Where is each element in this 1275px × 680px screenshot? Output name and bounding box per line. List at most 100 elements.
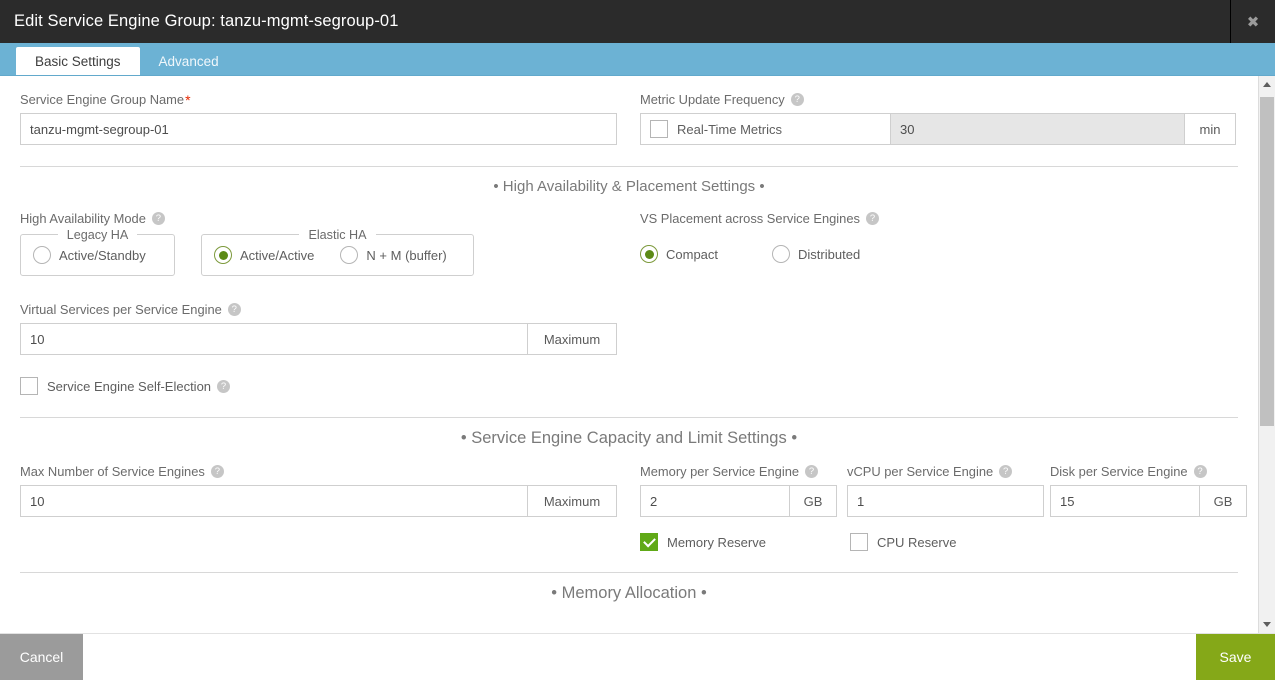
save-button[interactable]: Save — [1196, 634, 1275, 680]
radio-compact-label: Compact — [666, 246, 719, 262]
radio-distributed-label: Distributed — [798, 246, 861, 262]
virtual-services-per-se-input[interactable]: 10 — [20, 323, 527, 355]
row-name-and-metrics: Service Engine Group Name * tanzu-mgmt-s… — [20, 76, 1238, 145]
scrollbar-track[interactable] — [1258, 93, 1275, 616]
memory-per-se-input[interactable]: 2 — [640, 485, 789, 517]
tab-basic-settings[interactable]: Basic Settings — [16, 47, 140, 75]
vs-placement-label-text: VS Placement across Service Engines — [640, 211, 860, 226]
se-group-name-input[interactable]: tanzu-mgmt-segroup-01 — [20, 113, 617, 145]
tab-advanced[interactable]: Advanced — [140, 47, 238, 75]
radio-distributed[interactable]: Distributed — [772, 245, 860, 263]
section-memory-allocation-text: • Memory Allocation • — [551, 584, 707, 602]
realtime-metrics-checkbox-cell[interactable]: Real-Time Metrics — [640, 113, 890, 145]
modal-footer: Cancel Save — [0, 633, 1275, 680]
virtual-services-per-se-label-text: Virtual Services per Service Engine — [20, 302, 222, 317]
max-se-group: 10 Maximum — [20, 485, 617, 517]
help-icon[interactable]: ? — [227, 303, 241, 316]
radio-active-active-control[interactable] — [214, 246, 232, 264]
virtual-services-per-se-label: Virtual Services per Service Engine ? — [20, 302, 1238, 317]
help-icon[interactable]: ? — [1193, 465, 1207, 478]
scrollbar-thumb[interactable] — [1259, 97, 1274, 427]
help-icon[interactable]: ? — [210, 465, 224, 478]
radio-distributed-control[interactable] — [772, 245, 791, 263]
radio-n-plus-m-buffer[interactable]: N + M (buffer) — [340, 246, 447, 264]
memory-per-se-unit: GB — [789, 485, 837, 517]
vcpu-per-se-wrap: vCPU per Service Engine ? 1 — [847, 464, 1044, 517]
radio-active-active-label: Active/Active — [240, 247, 315, 263]
ha-group-legacy-legend-text: Legacy HA — [57, 228, 138, 242]
edit-service-engine-group-modal: Edit Service Engine Group: tanzu-mgmt-se… — [0, 0, 1275, 680]
memory-reserve-row[interactable]: Memory Reserve — [640, 533, 766, 551]
disk-per-se-group: 15 GB — [1050, 485, 1247, 517]
memory-reserve-checkbox[interactable] — [640, 533, 658, 551]
radio-n-plus-m-buffer-label: N + M (buffer) — [366, 247, 447, 263]
section-memory-allocation: • Memory Allocation • — [20, 572, 1238, 603]
virtual-services-per-se-wrap: Virtual Services per Service Engine ? 10… — [20, 302, 1238, 355]
max-se-label-text: Max Number of Service Engines — [20, 464, 205, 479]
form-scroll-content: Service Engine Group Name * tanzu-mgmt-s… — [0, 76, 1258, 633]
close-icon[interactable]: ✖ — [1230, 0, 1275, 43]
max-se-input[interactable]: 10 — [20, 485, 527, 517]
row-ha-mode-and-vs-placement: High Availability Mode ? Legacy HA Activ… — [20, 211, 1238, 276]
realtime-metrics-label: Real-Time Metrics — [677, 121, 782, 137]
radio-n-plus-m-buffer-control[interactable] — [340, 246, 359, 264]
realtime-metrics-checkbox[interactable] — [650, 120, 668, 138]
disk-per-se-wrap: Disk per Service Engine ? 15 GB — [1050, 464, 1247, 517]
se-self-election-checkbox[interactable] — [20, 377, 38, 395]
per-se-resources-row: Memory per Service Engine ? 2 GB vCPU pe… — [640, 464, 1247, 517]
vcpu-per-se-input[interactable]: 1 — [847, 485, 1044, 517]
help-icon[interactable]: ? — [805, 465, 819, 478]
radio-active-standby[interactable]: Active/Standby — [33, 246, 146, 264]
memory-per-se-label: Memory per Service Engine ? — [640, 464, 837, 479]
help-icon[interactable]: ? — [217, 379, 231, 393]
ha-group-elastic: Elastic HA Active/Active N + M (buffer) — [201, 228, 474, 276]
realtime-metrics-checkbox-row: Real-Time Metrics — [650, 120, 782, 138]
section-ha-placement: • High Availability & Placement Settings… — [20, 166, 1238, 195]
se-self-election-row: Service Engine Self-Election ? — [20, 377, 1238, 395]
help-icon[interactable]: ? — [151, 212, 165, 225]
radio-active-standby-label: Active/Standby — [59, 247, 146, 263]
ha-mode-groups: Legacy HA Active/Standby Elastic HA Acti… — [20, 228, 638, 276]
help-icon[interactable]: ? — [999, 465, 1013, 478]
radio-active-active[interactable]: Active/Active — [214, 246, 314, 264]
ha-mode-label: High Availability Mode ? — [20, 211, 638, 226]
modal-body: Service Engine Group Name * tanzu-mgmt-s… — [0, 76, 1275, 633]
metric-update-frequency-group: Real-Time Metrics 30 min — [640, 113, 1236, 145]
ha-mode-label-text: High Availability Mode — [20, 211, 146, 226]
metric-update-frequency-label: Metric Update Frequency ? — [640, 92, 1238, 107]
scroll-up-arrow-icon[interactable] — [1259, 76, 1275, 93]
modal-title: Edit Service Engine Group: tanzu-mgmt-se… — [14, 12, 399, 30]
vs-placement-options: Compact Distributed — [640, 245, 1238, 263]
scroll-down-arrow-icon[interactable] — [1259, 616, 1275, 633]
memory-per-se-label-text: Memory per Service Engine — [640, 464, 800, 479]
radio-compact-control[interactable] — [640, 245, 658, 263]
metric-update-frequency-input[interactable]: 30 — [890, 113, 1184, 145]
help-icon[interactable]: ? — [865, 212, 879, 225]
footer-spacer — [83, 634, 1196, 680]
virtual-services-per-se-maximum-button[interactable]: Maximum — [527, 323, 617, 355]
radio-compact[interactable]: Compact — [640, 245, 718, 263]
required-marker: * — [185, 91, 191, 108]
ha-group-legacy-legend: Legacy HA — [21, 226, 174, 244]
se-group-name-field-wrap: Service Engine Group Name * tanzu-mgmt-s… — [20, 92, 638, 145]
ha-group-elastic-legend: Elastic HA — [202, 226, 473, 244]
help-icon[interactable]: ? — [790, 93, 804, 106]
ha-mode-wrap: High Availability Mode ? Legacy HA Activ… — [20, 211, 638, 276]
vcpu-per-se-label-text: vCPU per Service Engine — [847, 464, 994, 479]
section-ha-placement-text: • High Availability & Placement Settings… — [493, 178, 765, 195]
max-se-maximum-button[interactable]: Maximum — [527, 485, 617, 517]
cpu-reserve-label: CPU Reserve — [876, 534, 957, 550]
disk-per-se-label: Disk per Service Engine ? — [1050, 464, 1247, 479]
cpu-reserve-row[interactable]: CPU Reserve — [849, 533, 957, 551]
disk-per-se-input[interactable]: 15 — [1050, 485, 1199, 517]
modal-title-bar: Edit Service Engine Group: tanzu-mgmt-se… — [0, 0, 1275, 43]
vcpu-per-se-group: 1 — [847, 485, 1044, 517]
vertical-scrollbar[interactable] — [1258, 76, 1275, 633]
cancel-button[interactable]: Cancel — [0, 634, 83, 680]
vs-placement-wrap: VS Placement across Service Engines ? Co… — [638, 211, 1238, 276]
section-se-capacity: • Service Engine Capacity and Limit Sett… — [20, 417, 1238, 448]
cpu-reserve-checkbox[interactable] — [849, 533, 868, 551]
vs-placement-label: VS Placement across Service Engines ? — [640, 211, 1238, 226]
max-se-label: Max Number of Service Engines ? — [20, 464, 638, 479]
radio-active-standby-control[interactable] — [33, 246, 51, 264]
